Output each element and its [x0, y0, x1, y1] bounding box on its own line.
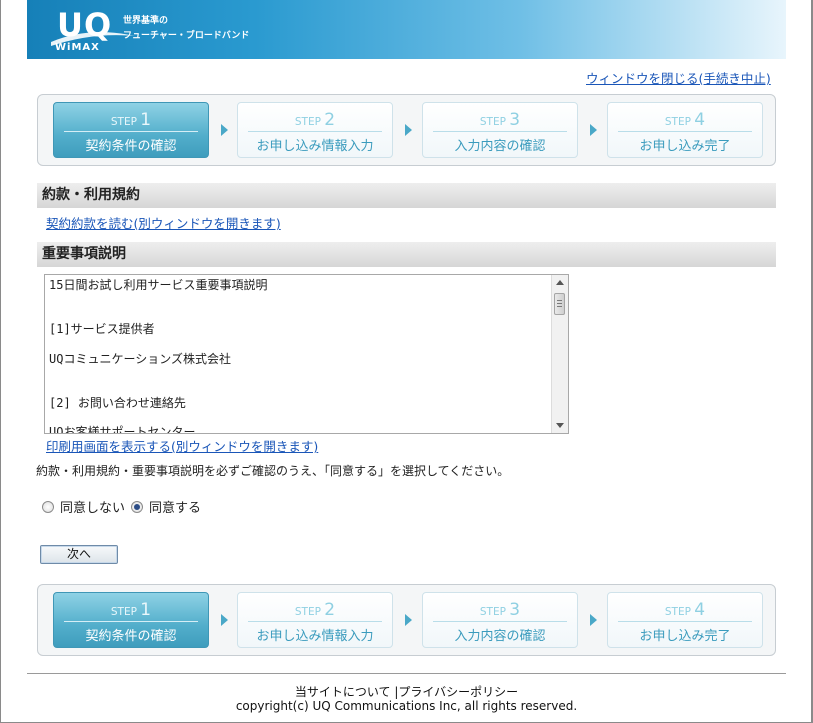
step-4: STEP 4 お申し込み完了: [607, 592, 763, 648]
step-label: お申し込み完了: [639, 629, 731, 644]
footer-divider: [27, 673, 786, 674]
step-arrow-icon: [405, 614, 412, 626]
step-label: お申し込み情報入力: [256, 139, 374, 154]
logo-text-wimax: WiMAX: [55, 42, 100, 53]
step-label: 入力内容の確認: [454, 139, 546, 154]
step-progress-top: STEP 1 契約条件の確認 STEP 2 お申し込み情報入力 STEP 3 入…: [37, 94, 776, 166]
step-1: STEP 1 契約条件の確認: [53, 102, 209, 158]
scroll-up-icon[interactable]: [556, 280, 564, 285]
window-border-left: [0, 0, 1, 723]
print-view-link[interactable]: 印刷用画面を表示する(別ウィンドウを開きます): [46, 436, 318, 455]
consent-radio-group: 同意しない 同意する: [42, 497, 207, 516]
site-header: UQ WiMAX 世界基準の フューチャー・ブロードバンド: [27, 0, 786, 59]
tagline-line-1: 世界基準の: [123, 16, 169, 26]
scroll-thumb[interactable]: [554, 293, 565, 315]
textarea-scrollbar[interactable]: [551, 275, 568, 433]
step-label: 入力内容の確認: [454, 629, 546, 644]
next-button[interactable]: 次へ: [40, 545, 118, 564]
disagree-label[interactable]: 同意しない: [60, 501, 125, 516]
disagree-radio[interactable]: [42, 501, 54, 513]
step-label: お申し込み情報入力: [256, 629, 374, 644]
step-1: STEP 1 契約条件の確認: [53, 592, 209, 648]
step-label: お申し込み完了: [639, 139, 731, 154]
step-number: 1: [140, 110, 152, 130]
text-line: UQコミュニケーションズ株式会社: [49, 352, 231, 366]
step-arrow-icon: [221, 124, 228, 136]
step-prefix: STEP: [110, 606, 137, 618]
close-window-link[interactable]: ウィンドウを閉じる(手続き中止): [586, 68, 771, 87]
text-line: 15日間お試し利用サービス重要事項説明: [49, 278, 268, 292]
step-arrow-icon: [221, 614, 228, 626]
text-line: UQお客様サポートセンター: [49, 425, 196, 434]
uq-wimax-logo: UQ WiMAX: [49, 6, 135, 54]
step-number: 4: [694, 600, 706, 620]
agree-radio[interactable]: [131, 501, 144, 513]
tagline-line-2: フューチャー・ブロードバンド: [123, 31, 250, 41]
step-label: 契約条件の確認: [85, 629, 177, 644]
step-prefix: STEP: [294, 116, 321, 128]
agree-label[interactable]: 同意する: [149, 501, 201, 516]
step-prefix: STEP: [664, 606, 691, 618]
step-prefix: STEP: [110, 116, 137, 128]
step-progress-bottom: STEP 1 契約条件の確認 STEP 2 お申し込み情報入力 STEP 3 入…: [37, 584, 776, 656]
important-textarea[interactable]: 15日間お試し利用サービス重要事項説明 [1]サービス提供者 UQコミュニケーシ…: [44, 274, 569, 434]
consent-notice: 約款・利用規約・重要事項説明を必ずご確認のうえ、「同意する」を選択してください。: [36, 464, 510, 478]
scroll-down-icon[interactable]: [556, 423, 564, 428]
step-number: 1: [140, 600, 152, 620]
privacy-policy-link[interactable]: プライバシーポリシー: [398, 685, 518, 699]
important-heading: 重要事項説明: [37, 242, 776, 267]
about-site-link[interactable]: 当サイトについて: [295, 685, 391, 699]
terms-link[interactable]: 契約約款を読む(別ウィンドウを開きます): [46, 213, 281, 232]
text-line: [1]サービス提供者: [49, 322, 155, 336]
step-arrow-icon: [590, 614, 597, 626]
tagline: 世界基準の フューチャー・ブロードバンド: [123, 14, 249, 44]
step-number: 4: [694, 110, 706, 130]
copyright: copyright(c) UQ Communications Inc, all …: [235, 699, 578, 713]
step-2: STEP 2 お申し込み情報入力: [237, 592, 393, 648]
step-label: 契約条件の確認: [85, 139, 177, 154]
step-prefix: STEP: [664, 116, 691, 128]
step-number: 3: [509, 110, 521, 130]
step-prefix: STEP: [479, 606, 506, 618]
text-line: [2] お問い合わせ連絡先: [49, 396, 186, 410]
step-3: STEP 3 入力内容の確認: [422, 102, 578, 158]
step-number: 2: [324, 110, 336, 130]
step-prefix: STEP: [294, 606, 321, 618]
step-number: 2: [324, 600, 336, 620]
footer-links: 当サイトについて |プライバシーポリシー: [0, 683, 813, 700]
step-arrow-icon: [405, 124, 412, 136]
terms-heading: 約款・利用規約: [37, 183, 776, 208]
step-arrow-icon: [590, 124, 597, 136]
step-number: 3: [509, 600, 521, 620]
step-4: STEP 4 お申し込み完了: [607, 102, 763, 158]
step-2: STEP 2 お申し込み情報入力: [237, 102, 393, 158]
logo-text-uq: UQ: [57, 6, 113, 44]
step-3: STEP 3 入力内容の確認: [422, 592, 578, 648]
step-prefix: STEP: [479, 116, 506, 128]
